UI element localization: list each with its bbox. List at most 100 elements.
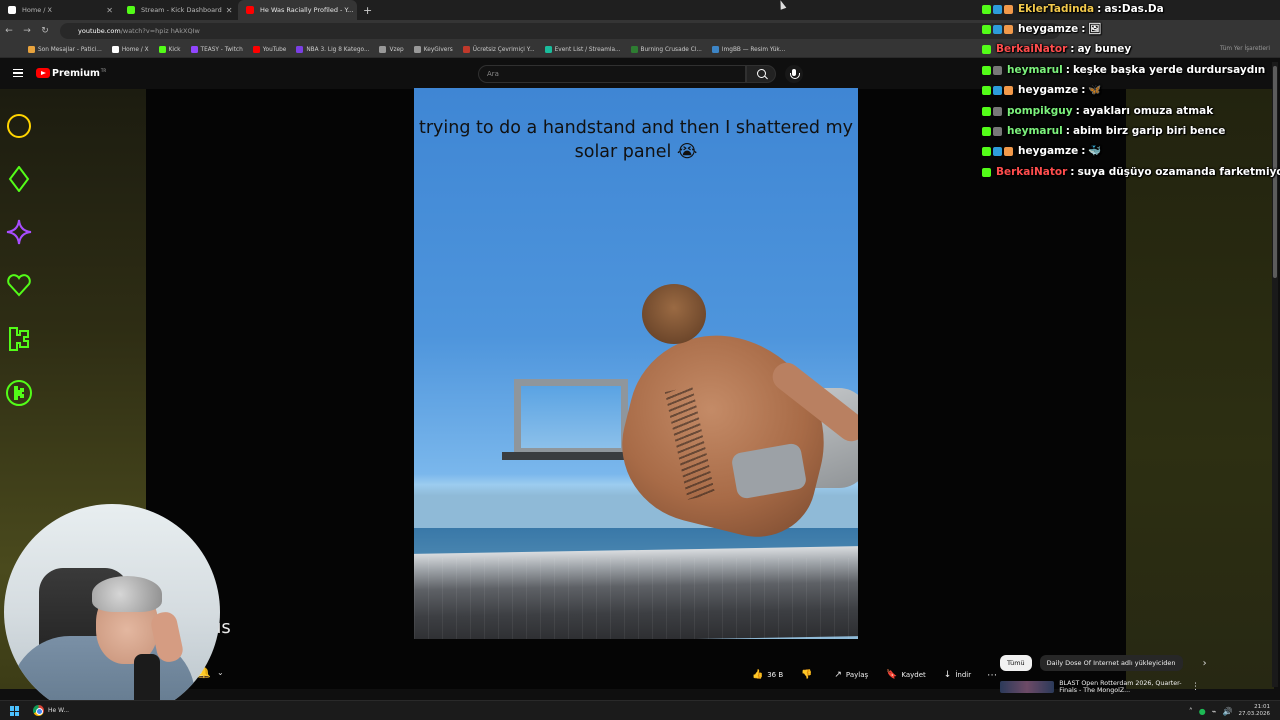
network-icon[interactable]: ⌁ — [1212, 707, 1217, 716]
dislike-button[interactable]: 👎 — [794, 665, 823, 685]
bookmark-item[interactable]: Kick — [158, 46, 181, 53]
dislike-icon: 👎 — [801, 670, 813, 680]
video-player[interactable]: trying to do a handstand and then I shat… — [414, 88, 858, 639]
bookmark-icon — [544, 46, 552, 53]
bookmark-item[interactable]: Vzep — [379, 46, 404, 53]
kick-circle-icon — [6, 380, 32, 406]
chat-message: pompikguy: ayakları omuza atmak — [982, 104, 1213, 118]
recommended-video[interactable]: BLAST Open Rotterdam 2026, Quarter-Final… — [1000, 680, 1200, 694]
new-tab-icon[interactable]: + — [363, 4, 372, 17]
reload-icon[interactable]: ↻ — [36, 26, 54, 36]
tab-title: He Was Racially Profiled - Y... — [260, 6, 354, 14]
chevron-up-icon[interactable]: ˄ — [1189, 707, 1193, 716]
bookmark-item[interactable]: ImgBB — Resim Yük... — [711, 46, 785, 53]
x-logo-icon — [8, 6, 16, 14]
chat-separator: : — [1065, 64, 1070, 76]
browser-tab[interactable]: Stream - Kick Dashboard ✕ — [119, 0, 238, 20]
bookmark-label: Son Mesajlar - Patici... — [38, 46, 102, 53]
chat-text: suya düşüyo ozamanda farketmiyolar wth — [1077, 166, 1280, 178]
chat-separator: : — [1065, 125, 1070, 137]
video-head — [642, 284, 706, 344]
diamond-icon — [6, 166, 32, 192]
bookmark-icon — [158, 46, 166, 53]
chat-separator: : — [1081, 23, 1086, 35]
chat-message: heygamze: 🐳 — [982, 144, 1102, 158]
chat-message: BerkaiNator: ay buney — [982, 42, 1131, 56]
chip-all[interactable]: Tümü — [1000, 655, 1032, 671]
bookmark-item[interactable]: Home / X — [111, 46, 149, 53]
system-tray: ˄ ● ⌁ 🔊 21:01 27.03.2026 — [1189, 704, 1270, 718]
action-label: İndir — [955, 671, 972, 679]
chat-text: abim birz garip biri bence — [1072, 125, 1226, 137]
kick-badge-icon — [982, 126, 991, 136]
chat-separator: : — [1070, 166, 1075, 178]
bookmark-item[interactable]: KeyGivers — [413, 46, 453, 53]
chevron-right-icon[interactable]: › — [1203, 658, 1207, 669]
download-button[interactable]: ↓ İndir — [937, 665, 978, 685]
close-tab-icon[interactable]: ✕ — [222, 6, 233, 15]
bookmark-label: Event List / Streamla... — [554, 46, 621, 53]
url-host: youtube.com — [78, 27, 121, 35]
chip-uploader[interactable]: Daily Dose Of Internet adlı yükleyiciden — [1039, 655, 1183, 671]
chat-message: heygamze: 🦋 — [982, 83, 1102, 97]
clock-time: 21:01 — [1254, 704, 1270, 710]
bookmark-item[interactable]: Burning Crusade Cl... — [630, 46, 702, 53]
gift-badge-icon — [1004, 4, 1013, 14]
like-icon: 👍 — [752, 670, 764, 680]
clock-date: 27.03.2026 — [1238, 711, 1271, 717]
kick-logo-icon — [127, 6, 135, 14]
back-icon[interactable]: ← — [0, 26, 18, 36]
subscriber-badge-icon — [993, 24, 1002, 34]
more-vertical-icon[interactable]: ⋮ — [1191, 682, 1200, 692]
save-button[interactable]: 🔖 Kaydet — [879, 665, 933, 685]
bookmark-label: NBA 3. Lig 8 Katego... — [306, 46, 370, 53]
brand-region: TR — [100, 68, 107, 73]
mod-badge-icon — [993, 106, 1002, 116]
kick-badge-icon — [982, 24, 991, 34]
clock[interactable]: 21:01 27.03.2026 — [1239, 704, 1271, 718]
youtube-logo-icon[interactable] — [36, 68, 50, 78]
bookmark-item[interactable]: Son Mesajlar - Patici... — [28, 46, 102, 53]
bookmark-label: Burning Crusade Cl... — [640, 46, 702, 53]
bookmark-item[interactable]: NBA 3. Lig 8 Katego... — [296, 46, 369, 53]
search-input[interactable]: Ara — [478, 65, 746, 83]
webcam-hair — [92, 576, 162, 612]
volume-icon[interactable]: 🔊 — [1223, 707, 1233, 716]
save-icon: 🔖 — [886, 670, 898, 680]
bookmark-label: YouTube — [262, 46, 287, 53]
video-panel-lines — [414, 558, 858, 639]
browser-tab[interactable]: Home / X ✕ — [0, 0, 119, 20]
bookmark-item[interactable]: Event List / Streamla... — [544, 46, 621, 53]
close-tab-icon[interactable]: ✕ — [102, 6, 113, 15]
youtube-brand[interactable]: PremiumTR — [52, 68, 106, 79]
chrome-taskbar-icon[interactable] — [33, 705, 44, 716]
bookmark-label: Home / X — [121, 46, 149, 53]
bookmark-label: KeyGivers — [423, 46, 453, 53]
action-label: 36 B — [767, 671, 784, 679]
gift-badge-icon — [1004, 146, 1013, 156]
windows-taskbar: He W... ˄ ● ⌁ 🔊 21:01 27.03.2026 — [0, 700, 1280, 720]
search-icon[interactable] — [746, 65, 776, 83]
chat-message: heymarul: keşke başka yerde durdursaydın — [982, 63, 1265, 77]
chevron-down-icon[interactable]: ⌄ — [217, 668, 224, 677]
url-field[interactable]: youtube.com/watch?v=hpiz hAkXQIw — [60, 23, 1060, 39]
share-button[interactable]: ↗ Paylaş — [827, 665, 875, 685]
kick-badge-icon — [982, 4, 991, 14]
like-button[interactable]: 👍 36 B — [745, 665, 790, 685]
subscriber-badge-icon — [993, 4, 1002, 14]
bookmark-item[interactable]: Ücretsiz Çevrimiçi Y... — [462, 46, 535, 53]
chat-username: EklerTadinda — [1018, 3, 1095, 15]
bookmark-item[interactable]: TEASY - Twitch — [190, 46, 243, 53]
bookmark-label: Vzep — [389, 46, 404, 53]
browser-tab[interactable]: He Was Racially Profiled - Y...🔊✕ — [238, 0, 357, 20]
bookmark-item[interactable]: YouTube — [252, 46, 287, 53]
video-caption: trying to do a handstand and then I shat… — [419, 118, 853, 162]
microphone-icon[interactable] — [785, 65, 803, 83]
streamer-webcam — [4, 504, 220, 720]
windows-start-icon[interactable] — [10, 706, 20, 716]
taskbar-app-label[interactable]: He W... — [48, 707, 69, 714]
spotify-icon[interactable]: ● — [1199, 707, 1206, 716]
chat-overlay: EklerTadinda: as:Das.Da heygamze: 🖼 BerkaiNa… — [980, 0, 1280, 185]
forward-icon[interactable]: → — [18, 26, 36, 36]
menu-icon[interactable] — [13, 69, 23, 77]
